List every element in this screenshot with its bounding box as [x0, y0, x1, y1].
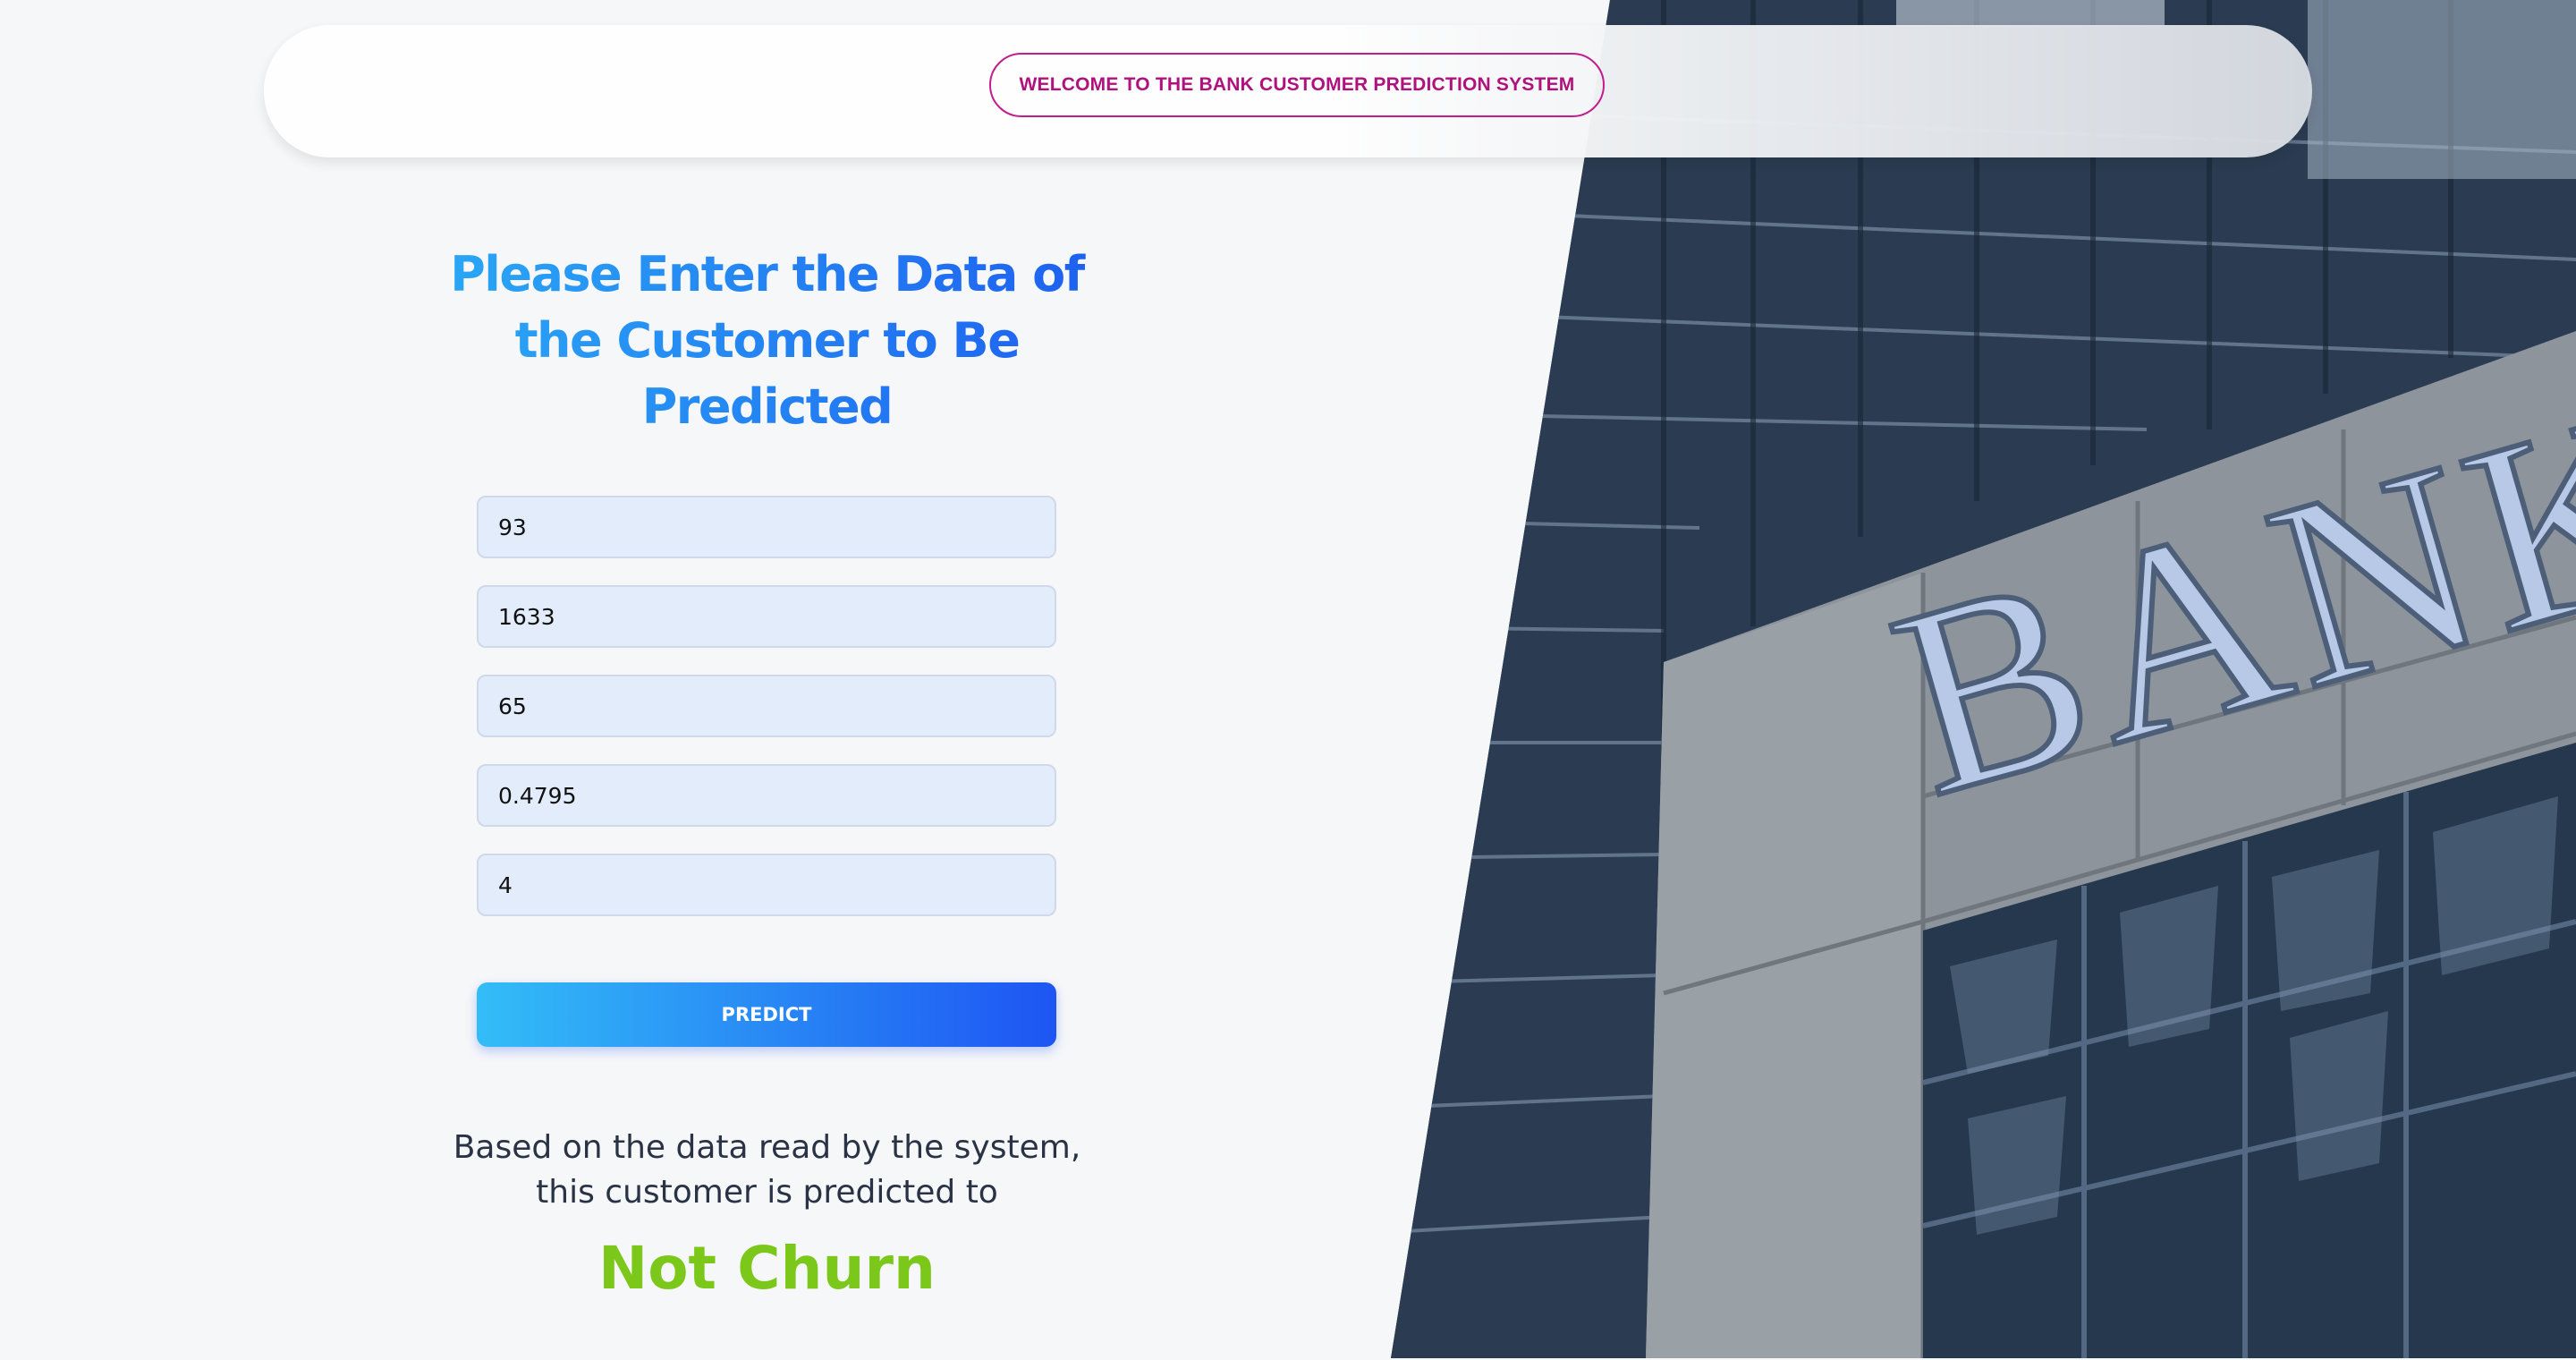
customer-field-3[interactable]: [477, 675, 1056, 737]
predict-button[interactable]: PREDICT: [477, 982, 1056, 1047]
bank-building-image: BANK: [1391, 0, 2576, 1358]
welcome-banner: WELCOME TO THE BANK CUSTOMER PREDICTION …: [989, 53, 1605, 117]
customer-field-1[interactable]: [477, 496, 1056, 558]
customer-field-5[interactable]: [477, 854, 1056, 916]
form-heading: Please Enter the Data of the Customer to…: [429, 242, 1105, 440]
customer-field-2[interactable]: [477, 585, 1056, 648]
customer-field-4[interactable]: [477, 764, 1056, 827]
prediction-result: Not Churn: [597, 1234, 936, 1303]
result-description: Based on the data read by the system, th…: [453, 1129, 1081, 1211]
